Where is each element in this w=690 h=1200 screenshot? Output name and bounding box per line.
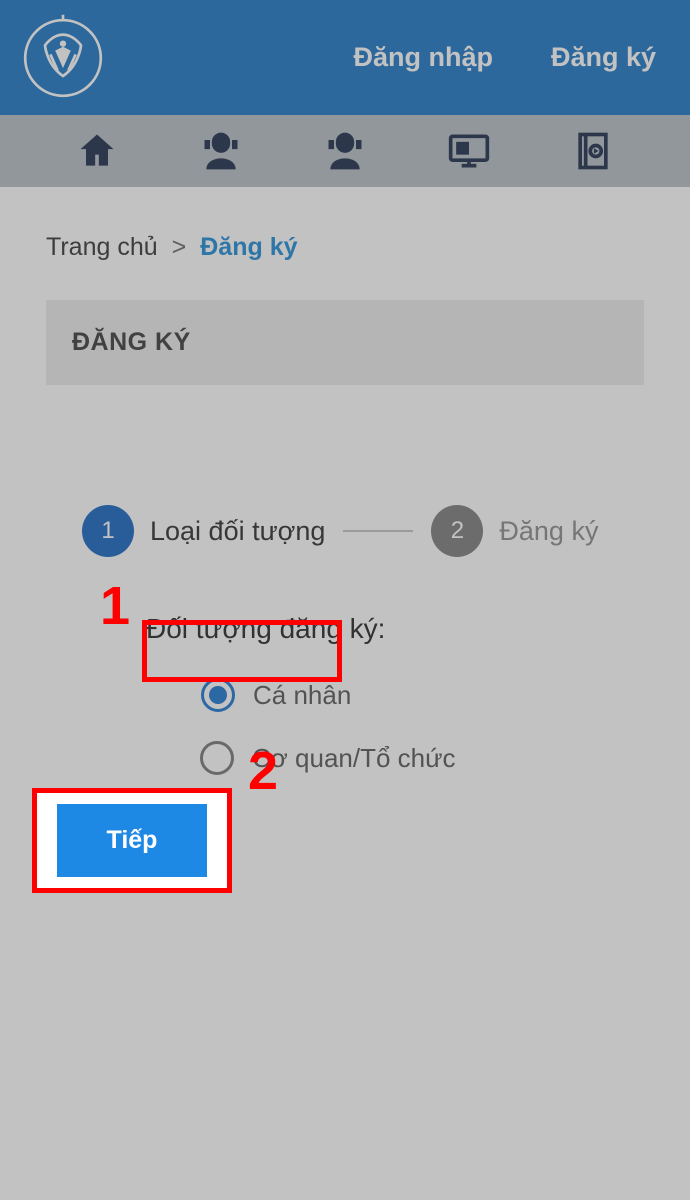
support-person-icon-2[interactable] <box>323 129 367 173</box>
login-link[interactable]: Đăng nhập <box>353 42 493 73</box>
step-1-label: Loại đối tượng <box>150 516 325 547</box>
monitor-icon[interactable] <box>447 129 491 173</box>
step-2: 2 Đăng ký <box>431 505 598 557</box>
home-icon[interactable] <box>75 129 119 173</box>
page-title: ĐĂNG KÝ <box>46 300 644 385</box>
header: Đăng nhập Đăng ký <box>0 0 690 115</box>
content: Trang chủ > Đăng ký ĐĂNG KÝ 1 Loại đối t… <box>0 187 690 1200</box>
annotation-box-1 <box>142 620 342 682</box>
continue-button[interactable]: Tiếp <box>57 804 208 877</box>
stepper: 1 Loại đối tượng 2 Đăng ký <box>46 505 644 557</box>
step-1: 1 Loại đối tượng <box>82 505 325 557</box>
form-section: Đối tượng đăng ký: Cá nhân Cơ quan/Tổ ch… <box>46 613 644 785</box>
radio-individual-label: Cá nhân <box>253 680 351 711</box>
annotation-number-1: 1 <box>100 575 130 637</box>
register-link[interactable]: Đăng ký <box>551 42 656 73</box>
book-icon[interactable] <box>571 129 615 173</box>
step-2-label: Đăng ký <box>499 516 598 547</box>
radio-circle-icon <box>200 741 234 775</box>
annotation-number-2: 2 <box>248 740 278 802</box>
annotation-box-2: Tiếp <box>32 788 232 893</box>
breadcrumb: Trang chủ > Đăng ký <box>46 233 644 262</box>
breadcrumb-home[interactable]: Trang chủ <box>46 233 158 262</box>
radio-circle-icon <box>201 678 235 712</box>
step-2-number: 2 <box>431 505 483 557</box>
header-links: Đăng nhập Đăng ký <box>353 42 656 73</box>
bhxh-logo <box>18 13 108 103</box>
breadcrumb-current: Đăng ký <box>200 233 297 262</box>
step-connector <box>343 530 413 532</box>
support-person-icon[interactable] <box>199 129 243 173</box>
step-1-number: 1 <box>82 505 134 557</box>
breadcrumb-separator: > <box>172 233 187 262</box>
radio-organization-label: Cơ quan/Tổ chức <box>252 743 456 774</box>
nav-bar <box>0 115 690 187</box>
